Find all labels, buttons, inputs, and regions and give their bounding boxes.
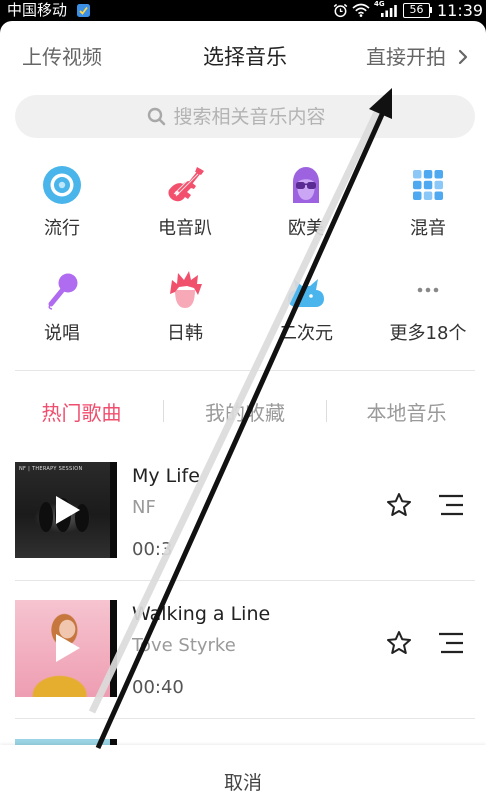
category-rap[interactable]: 说唱 <box>1 268 123 358</box>
battery-icon: 56 <box>403 3 430 18</box>
spiky-hair-avatar-icon <box>170 271 202 308</box>
song-title: My Life <box>132 465 200 487</box>
page-title: 选择音乐 <box>203 45 287 69</box>
disc-icon <box>43 166 81 204</box>
list-menu-icon[interactable] <box>437 493 465 517</box>
sleeve-edge <box>110 462 117 558</box>
category-more[interactable]: 更多18个 <box>367 268 486 358</box>
clock-time: 11:39 <box>437 1 484 20</box>
category-label: 说唱 <box>44 323 80 344</box>
search-bar[interactable] <box>15 95 475 138</box>
status-bar: 中国移动 4G 56 11:39 <box>0 0 486 21</box>
upload-video-button[interactable]: 上传视频 <box>22 44 102 70</box>
song-duration: 00:40 <box>132 677 184 698</box>
category-label: 更多18个 <box>389 323 467 344</box>
category-western[interactable]: 欧美 <box>245 163 367 253</box>
song-artist: NF <box>132 497 156 518</box>
song-artist: Tove Styrke <box>132 635 236 656</box>
more-dots-icon <box>417 287 439 293</box>
song-title: Walking a Line <box>132 603 271 625</box>
category-label: 二次元 <box>279 323 333 344</box>
section-divider <box>15 370 475 371</box>
category-remix[interactable]: 混音 <box>367 163 486 253</box>
category-label: 电音趴 <box>158 218 212 239</box>
category-edm[interactable]: 电音趴 <box>124 163 246 253</box>
microphone-icon <box>48 273 78 310</box>
carrier-name: 中国移动 <box>7 1 68 19</box>
sleeve-edge <box>110 600 117 697</box>
album-figure <box>39 502 53 532</box>
star-icon[interactable] <box>386 630 412 656</box>
cancel-bar[interactable]: 取消 <box>0 745 486 802</box>
play-icon[interactable] <box>53 632 83 664</box>
music-picker-screen: 中国移动 4G 56 11:39 上传视频 选择音乐 直接开拍 搜索相关音乐内容… <box>0 0 486 802</box>
shoot-directly-button[interactable]: 直接开拍 <box>366 44 446 70</box>
category-jpkr[interactable]: 日韩 <box>124 268 246 358</box>
tab-hot-songs[interactable]: 热门歌曲 <box>0 400 163 426</box>
tab-local-music[interactable]: 本地音乐 <box>327 400 486 426</box>
song-duration: 00:3 <box>132 539 173 560</box>
signal-icon <box>381 5 397 17</box>
list-menu-icon[interactable] <box>437 631 465 655</box>
row-divider <box>15 718 475 719</box>
list-item[interactable]: Walking a Line Tove Styrke 00:40 <box>0 600 486 698</box>
play-icon[interactable] <box>53 494 83 526</box>
album-cover[interactable] <box>15 600 117 697</box>
row-divider <box>15 580 475 581</box>
search-icon <box>147 107 165 126</box>
category-label: 流行 <box>44 218 80 239</box>
search-input[interactable] <box>173 105 344 128</box>
category-label: 混音 <box>410 218 446 239</box>
category-acg[interactable]: 二次元 <box>245 268 367 358</box>
star-icon[interactable] <box>386 492 412 518</box>
alarm-icon <box>333 3 348 18</box>
dot-grid-icon <box>413 170 443 200</box>
album-cover[interactable]: NF | THERAPY SESSION <box>15 462 117 558</box>
battery-nub <box>430 7 432 13</box>
cat-cloud-icon <box>288 279 324 307</box>
wifi-icon <box>352 3 370 17</box>
album-cover-text: NF | THERAPY SESSION <box>19 466 83 472</box>
category-label: 日韩 <box>167 323 203 344</box>
chevron-right-icon[interactable] <box>458 49 468 65</box>
category-pop[interactable]: 流行 <box>1 163 123 253</box>
notification-app-icon <box>77 4 90 17</box>
sunglasses-head-icon <box>293 167 319 203</box>
electric-guitar-icon <box>168 167 204 202</box>
tab-favorites[interactable]: 我的收藏 <box>164 400 326 426</box>
cancel-button[interactable]: 取消 <box>0 771 486 795</box>
category-label: 欧美 <box>288 218 324 239</box>
list-item[interactable]: NF | THERAPY SESSION My Life NF 00:3 <box>0 462 486 560</box>
